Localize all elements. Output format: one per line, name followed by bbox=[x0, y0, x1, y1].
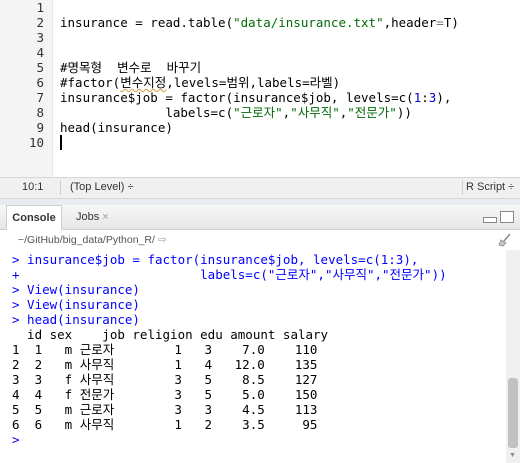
tab-jobs-label: Jobs bbox=[76, 211, 100, 223]
language-selector[interactable]: R Script ÷ bbox=[466, 181, 514, 193]
tab-jobs[interactable]: Jobs × bbox=[66, 205, 136, 229]
console-line: > head(insurance) bbox=[12, 312, 140, 327]
working-directory-bar: ~/GitHub/big_data/Python_R/⇨ bbox=[0, 230, 520, 250]
console-line: > insurance$job = factor(insurance$job, … bbox=[12, 252, 419, 267]
code-line-2[interactable]: insurance = read.table("data/insurance.t… bbox=[60, 15, 459, 30]
minimize-pane-button[interactable] bbox=[483, 217, 497, 223]
working-directory-path[interactable]: ~/GitHub/big_data/Python_R/⇨ bbox=[18, 234, 167, 246]
cursor-position: 10:1 bbox=[22, 181, 44, 193]
code-line-9[interactable]: head(insurance) bbox=[60, 120, 173, 135]
code-line-7[interactable]: insurance$job = factor(insurance$job, le… bbox=[60, 90, 451, 105]
close-icon[interactable]: × bbox=[102, 211, 108, 223]
console-table-row: 6 6 m 사무직 1 2 3.5 95 bbox=[12, 417, 318, 432]
maximize-pane-button[interactable] bbox=[500, 211, 514, 223]
line-number: 9 bbox=[36, 120, 44, 135]
code-line-8[interactable]: labels=c("근로자","사무직","전문가")) bbox=[60, 105, 412, 120]
code-line-6[interactable]: #factor(변수지정,levels=범위,labels=라벨) bbox=[60, 75, 340, 90]
console-table-row: 2 2 m 사무직 1 4 12.0 135 bbox=[12, 357, 318, 372]
go-to-directory-icon[interactable]: ⇨ bbox=[158, 234, 167, 246]
code-line-5[interactable]: #명목형 변수로 바꾸기 bbox=[60, 60, 201, 75]
line-number: 4 bbox=[36, 45, 44, 60]
line-number: 3 bbox=[36, 30, 44, 45]
line-number: 5 bbox=[36, 60, 44, 75]
console-line: > View(insurance) bbox=[12, 282, 140, 297]
source-editor[interactable]: 1 2 insurance = read.table("data/insuran… bbox=[0, 0, 520, 177]
console-table-row: 4 4 f 전문가 3 5 5.0 150 bbox=[12, 387, 318, 402]
line-number: 1 bbox=[36, 0, 44, 15]
console-table-row: 5 5 m 근로자 3 3 4.5 113 bbox=[12, 402, 318, 417]
line-number: 10 bbox=[28, 135, 44, 150]
scrollbar-thumb[interactable] bbox=[508, 378, 518, 448]
console-table-header: id sex job religion edu amount salary bbox=[12, 327, 329, 342]
clear-console-broom-icon[interactable] bbox=[498, 233, 512, 247]
divider bbox=[60, 180, 61, 195]
line-number: 6 bbox=[36, 75, 44, 90]
line-number: 2 bbox=[36, 15, 44, 30]
console-line: > View(insurance) bbox=[12, 297, 140, 312]
text-cursor bbox=[60, 135, 62, 150]
console-line: + labels=c("근로자","사무직","전문가")) bbox=[12, 267, 447, 282]
scope-selector[interactable]: (Top Level) ÷ bbox=[70, 181, 134, 193]
console-prompt[interactable]: > bbox=[12, 432, 20, 447]
console-scrollbar[interactable]: ▼ bbox=[506, 250, 520, 463]
console-tab-bar: Console Jobs × bbox=[0, 205, 520, 230]
console-output[interactable]: > insurance$job = factor(insurance$job, … bbox=[0, 250, 506, 463]
tab-console[interactable]: Console bbox=[6, 205, 62, 230]
divider bbox=[462, 180, 463, 195]
editor-status-bar: 10:1 (Top Level) ÷ R Script ÷ bbox=[0, 177, 520, 199]
line-number: 8 bbox=[36, 105, 44, 120]
scroll-down-arrow-icon[interactable]: ▼ bbox=[509, 452, 516, 459]
working-directory-text: ~/GitHub/big_data/Python_R/ bbox=[18, 234, 155, 246]
console-table-row: 3 3 f 사무직 3 5 8.5 127 bbox=[12, 372, 318, 387]
line-number: 7 bbox=[36, 90, 44, 105]
console-table-row: 1 1 m 근로자 1 3 7.0 110 bbox=[12, 342, 318, 357]
